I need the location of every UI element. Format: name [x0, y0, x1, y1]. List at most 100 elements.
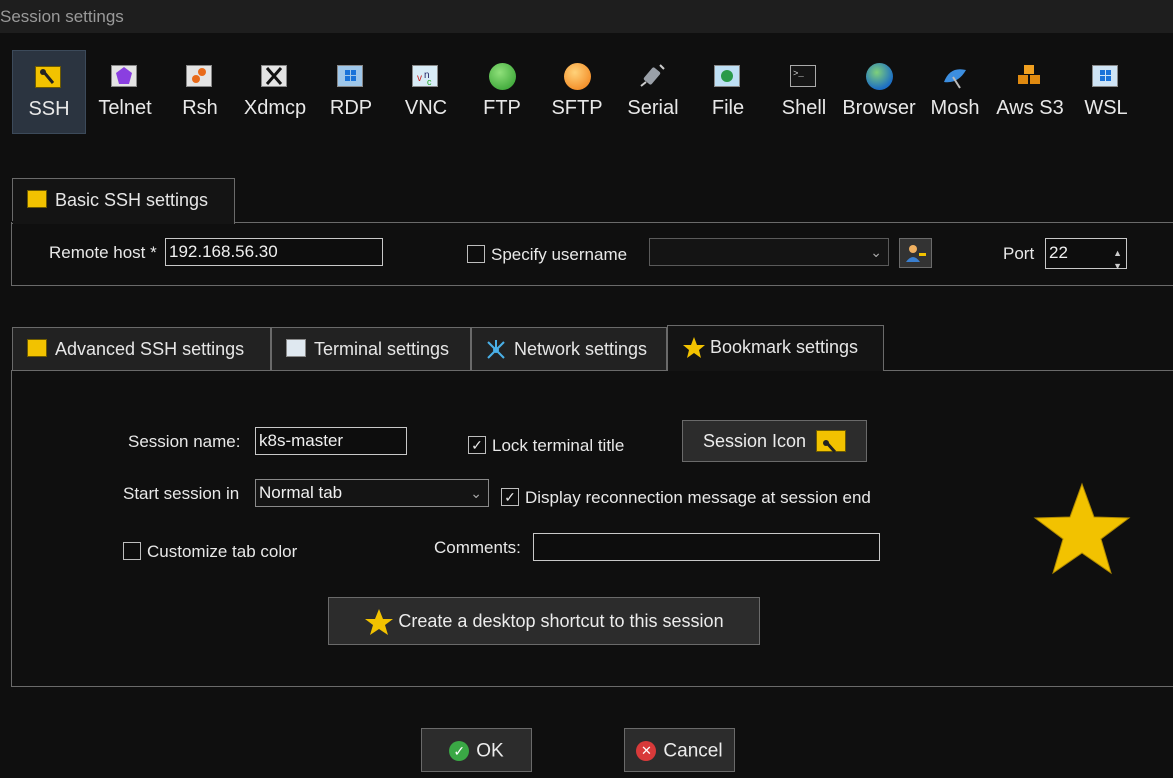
protocol-serial[interactable]: Serial — [616, 50, 690, 134]
protocol-sftp[interactable]: SFTP — [540, 50, 614, 134]
protocol-wsl[interactable]: WSL — [1069, 50, 1143, 134]
remote-host-input[interactable]: 192.168.56.30 — [165, 238, 383, 266]
windows-logo-icon — [1091, 62, 1121, 92]
protocol-ftp[interactable]: FTP — [465, 50, 539, 134]
reconnection-message-checkbox[interactable]: ✓ — [501, 488, 519, 506]
protocol-rsh[interactable]: Rsh — [163, 50, 237, 134]
key-icon — [34, 63, 64, 93]
cancel-label: Cancel — [663, 740, 723, 762]
cancel-button[interactable]: ✕ Cancel — [624, 728, 735, 772]
key-icon — [27, 190, 47, 208]
check-icon: ✓ — [449, 741, 470, 762]
svg-text:c: c — [427, 77, 432, 87]
protocol-mosh[interactable]: Mosh — [918, 50, 992, 134]
network-icon — [487, 340, 505, 359]
session-icon-button[interactable]: Session Icon — [682, 420, 867, 462]
protocol-label: Xdmcp — [243, 97, 307, 119]
customize-tab-color-checkbox[interactable] — [123, 542, 141, 560]
username-combo[interactable]: ⌄ — [649, 238, 889, 266]
protocol-label: Rsh — [182, 97, 218, 119]
shortcut-label: Create a desktop shortcut to this sessio… — [398, 611, 724, 631]
user-manager-button[interactable] — [899, 238, 932, 268]
tab-terminal-settings[interactable]: Terminal settings — [271, 327, 471, 371]
protocol-label: VNC — [404, 97, 448, 119]
protocol-xdmcp[interactable]: Xdmcp — [238, 50, 312, 134]
protocol-label: Shell — [781, 97, 827, 119]
key-icon — [816, 430, 846, 454]
satellite-plug-icon — [638, 62, 668, 92]
port-label: Port — [1003, 244, 1035, 263]
purple-gem-icon — [110, 62, 140, 92]
protocol-label: WSL — [1084, 97, 1128, 119]
comments-input[interactable] — [533, 533, 880, 561]
protocol-rdp[interactable]: RDP — [314, 50, 388, 134]
session-name-input[interactable]: k8s-master — [255, 427, 407, 455]
protocol-label: Browser — [842, 97, 916, 119]
x-logo-icon — [260, 62, 290, 92]
port-stepper[interactable]: 22 ▲ ▼ — [1045, 238, 1127, 271]
tab-network-settings[interactable]: Network settings — [471, 327, 667, 371]
protocol-label: File — [711, 97, 745, 119]
satellite-dish-icon — [940, 62, 970, 92]
session-icon-label: Session Icon — [703, 431, 807, 451]
ok-button[interactable]: ✓ OK — [421, 728, 532, 772]
create-desktop-shortcut-button[interactable]: Create a desktop shortcut to this sessio… — [328, 597, 760, 645]
lock-terminal-title-checkbox[interactable]: ✓ — [468, 436, 486, 454]
green-globe-icon — [487, 62, 517, 92]
key-icon — [27, 339, 47, 357]
protocol-browser[interactable]: Browser — [842, 50, 916, 134]
window-title-bar: Session settings — [0, 0, 1173, 33]
protocol-label: Telnet — [98, 97, 152, 119]
window-title: Session settings — [0, 7, 124, 26]
protocol-label: Serial — [627, 97, 679, 119]
spin-down-icon[interactable]: ▼ — [1113, 253, 1122, 279]
earth-icon — [864, 62, 894, 92]
comments-label: Comments: — [434, 538, 521, 557]
tab-label: Bookmark settings — [710, 337, 859, 357]
vnc-icon: vnc — [411, 62, 441, 92]
gears-icon — [185, 62, 215, 92]
terminal-icon: >_ — [789, 62, 819, 92]
specify-username-checkbox[interactable] — [467, 245, 485, 263]
start-session-in-label: Start session in — [123, 484, 240, 503]
start-session-in-select[interactable]: Normal tab ⌄ — [255, 479, 489, 507]
cubes-icon — [1015, 62, 1045, 92]
bookmark-star-icon — [1033, 482, 1131, 575]
reconnection-message-label: Display reconnection message at session … — [525, 488, 871, 507]
start-session-in-value: Normal tab — [259, 483, 343, 502]
protocol-vnc[interactable]: vnc VNC — [389, 50, 463, 134]
globe-monitor-icon — [713, 62, 743, 92]
close-icon: ✕ — [636, 741, 657, 762]
ok-label: OK — [476, 740, 504, 762]
protocol-label: SFTP — [551, 97, 603, 119]
chevron-down-icon: ⌄ — [870, 244, 882, 260]
protocol-telnet[interactable]: Telnet — [88, 50, 162, 134]
protocol-ssh[interactable]: SSH — [12, 50, 86, 134]
user-key-icon — [905, 245, 926, 262]
tab-bookmark-settings[interactable]: Bookmark settings — [667, 325, 884, 371]
customize-tab-color-label: Customize tab color — [147, 542, 298, 561]
star-icon — [683, 337, 705, 358]
protocol-file[interactable]: File — [691, 50, 765, 134]
terminal-gear-icon — [286, 339, 306, 357]
windows-monitor-icon — [336, 62, 366, 92]
tab-label: Terminal settings — [314, 339, 450, 359]
protocol-label: RDP — [329, 97, 373, 119]
port-value: 22 — [1049, 243, 1068, 262]
session-name-label: Session name: — [128, 432, 241, 451]
svg-text:v: v — [417, 73, 422, 84]
specify-username-label: Specify username — [491, 245, 628, 264]
protocol-toolbar: SSH Telnet Rsh Xdmcp RDP vnc VNC FTP SFT… — [0, 48, 1173, 138]
star-icon — [365, 609, 393, 635]
tab-label: Network settings — [514, 339, 648, 359]
tab-basic-ssh-settings[interactable]: Basic SSH settings — [12, 178, 235, 224]
tab-advanced-ssh-settings[interactable]: Advanced SSH settings — [12, 327, 271, 371]
lock-terminal-title-label: Lock terminal title — [492, 436, 625, 455]
remote-host-label: Remote host * — [49, 243, 157, 262]
orange-globe-icon — [562, 62, 592, 92]
protocol-aws-s3[interactable]: Aws S3 — [993, 50, 1067, 134]
protocol-label: Aws S3 — [996, 97, 1064, 119]
protocol-shell[interactable]: >_ Shell — [767, 50, 841, 134]
protocol-label: SSH — [28, 98, 70, 120]
protocol-label: FTP — [483, 97, 521, 119]
